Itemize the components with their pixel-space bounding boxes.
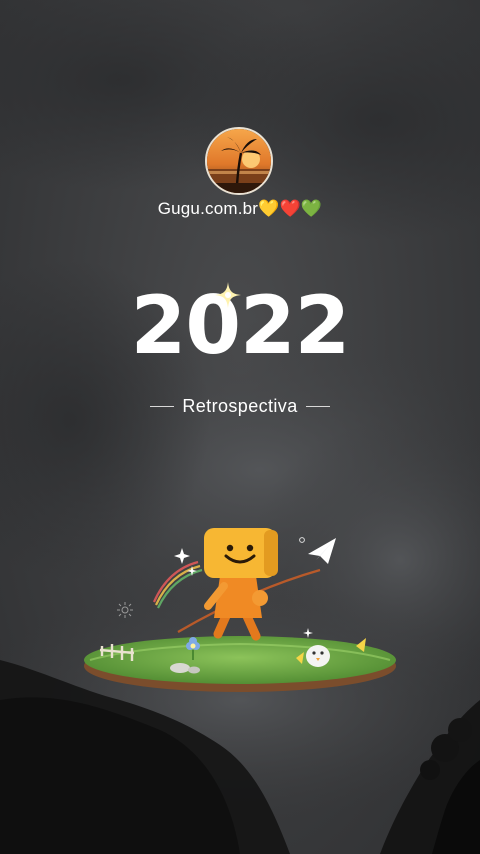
subtitle-label: Retrospectiva [182,396,298,416]
smiley-box-mascot [204,528,278,641]
profile-avatar[interactable] [205,127,273,195]
paper-plane-icon [308,538,336,564]
right-divider [305,406,330,407]
left-divider [150,406,175,407]
bird-icon [306,645,330,667]
rainbow-arc [152,560,203,609]
sun-outline-icon [117,602,133,618]
sparkle-small-icon [174,548,190,564]
story-screen: Gugu.com.br💛❤️💚 2022 Retrospectiva [0,0,480,854]
sparkle-icon [215,282,241,308]
palm-sunset-avatar-icon [207,129,271,193]
mascot-island-illustration [84,528,396,692]
username-label: Gugu.com.br💛❤️💚 [157,199,323,218]
subtitle-row: Retrospectiva [0,396,480,417]
